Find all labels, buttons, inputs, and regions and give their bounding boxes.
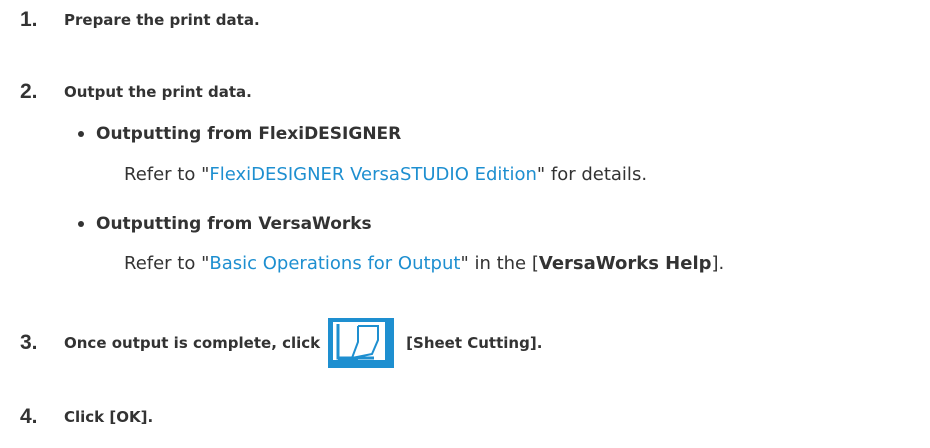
bullet-item-versaworks: Outputting from VersaWorks	[78, 214, 372, 234]
step-number: 1.	[20, 8, 38, 31]
step-4: 4. Click [OK].	[20, 405, 153, 429]
step-text: Output the print data.	[64, 83, 252, 101]
ref-prefix: Refer to "	[124, 164, 210, 185]
ref-prefix: Refer to "	[124, 253, 210, 274]
versaworks-help-label: VersaWorks Help	[538, 253, 712, 274]
step-text-after: [Sheet Cutting].	[406, 334, 543, 352]
bullet-icon	[78, 221, 84, 227]
step-text-before: Once output is complete, click	[64, 334, 321, 352]
bullet-icon	[78, 131, 84, 137]
reference-line: Refer to "FlexiDESIGNER VersaSTUDIO Edit…	[124, 164, 647, 185]
bullet-title: Outputting from VersaWorks	[96, 214, 372, 234]
step-number: 2.	[20, 80, 38, 103]
sheet-cutting-icon	[328, 318, 395, 368]
reference-line: Refer to "Basic Operations for Output" i…	[124, 253, 724, 274]
step-2: 2. Output the print data.	[20, 80, 252, 104]
step-3: 3. Once output is complete, click [Sheet…	[20, 318, 542, 368]
ref-middle: " in the [	[460, 253, 539, 274]
bullet-title: Outputting from FlexiDESIGNER	[96, 124, 402, 144]
step-text: Prepare the print data.	[64, 11, 260, 29]
step-number: 3.	[20, 331, 38, 354]
ref-suffix: " for details.	[536, 164, 648, 185]
step-1: 1. Prepare the print data.	[20, 8, 260, 32]
basic-operations-link[interactable]: Basic Operations for Output	[209, 253, 460, 274]
ref-suffix: ].	[711, 253, 725, 274]
bullet-item-flexidesigner: Outputting from FlexiDESIGNER	[78, 124, 401, 144]
flexidesigner-link[interactable]: FlexiDESIGNER VersaSTUDIO Edition	[209, 164, 536, 185]
step-text: Click [OK].	[64, 408, 154, 426]
step-number: 4.	[20, 405, 38, 428]
